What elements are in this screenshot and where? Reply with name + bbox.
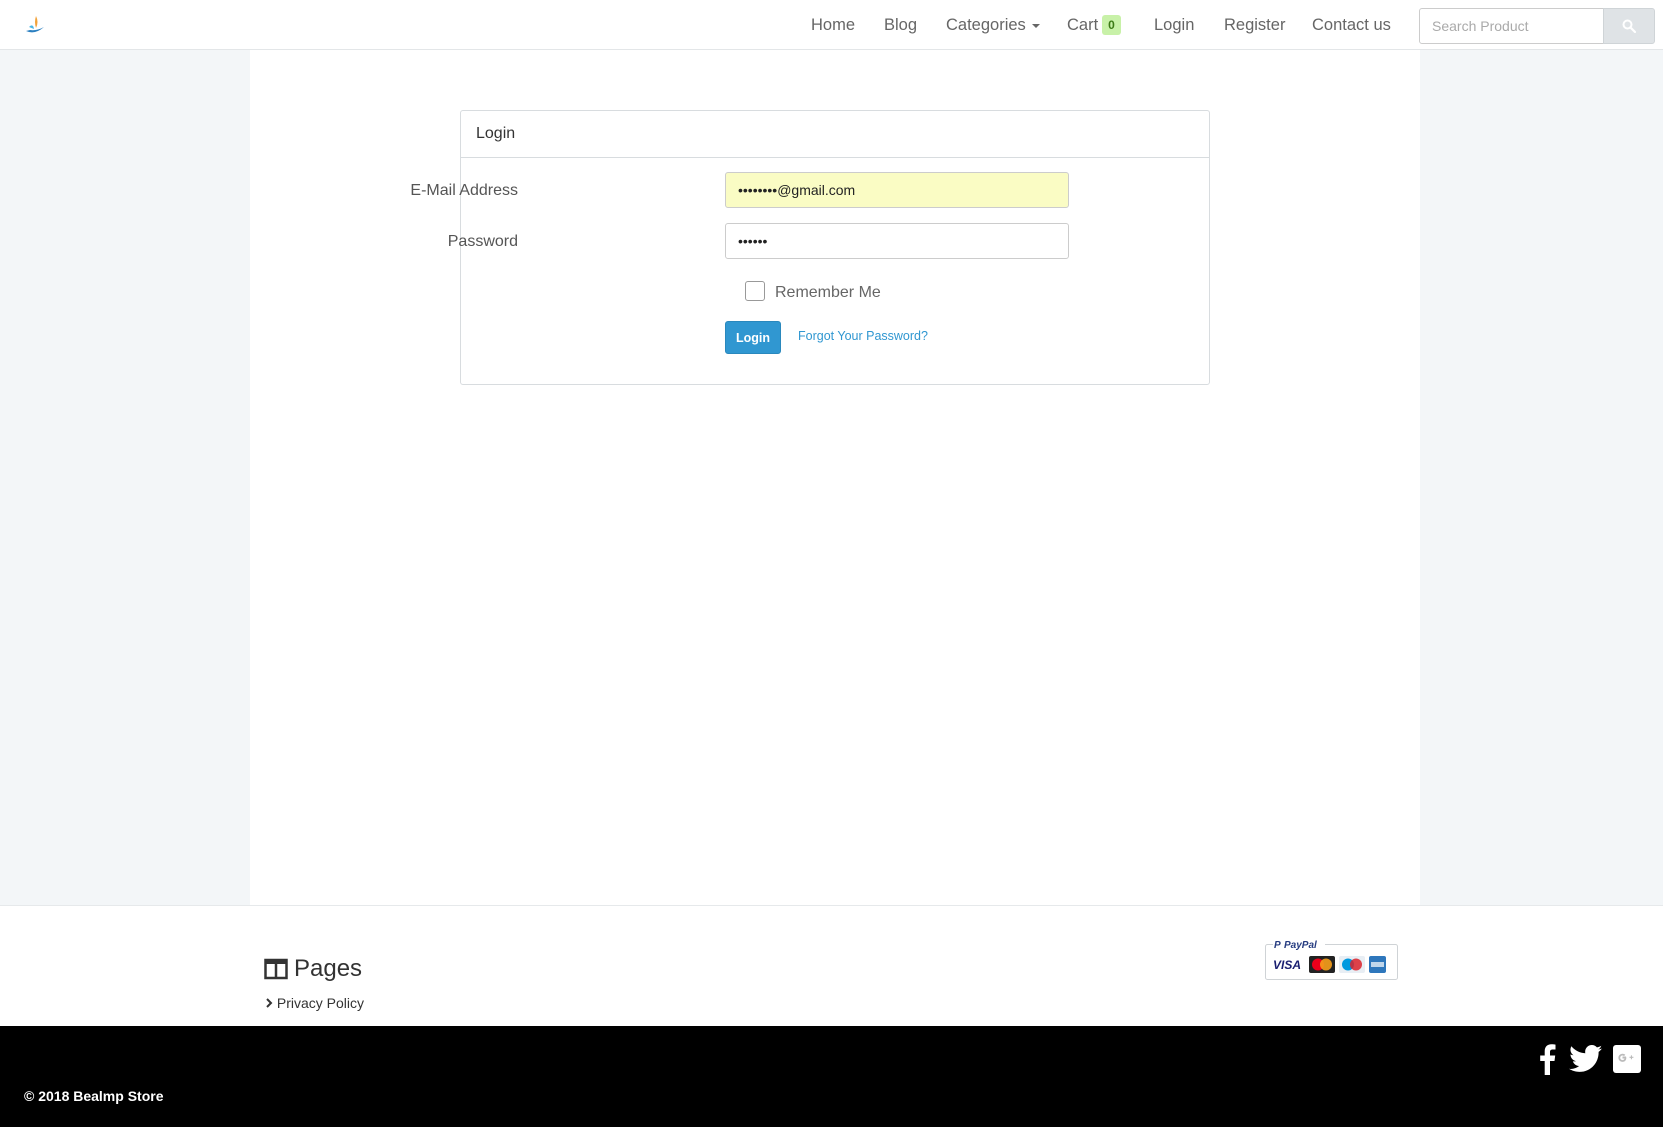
google-plus-icon[interactable] xyxy=(1613,1045,1641,1073)
svg-text:VISA: VISA xyxy=(1273,958,1301,972)
footer-top xyxy=(0,905,1663,1026)
password-field[interactable] xyxy=(725,223,1069,259)
caret-down-icon xyxy=(1031,23,1040,28)
forgot-password-link[interactable]: Forgot Your Password? xyxy=(798,329,928,343)
top-navbar: Home Blog Categories Cart 0 Login Registe… xyxy=(0,0,1663,50)
nav-login[interactable]: Login xyxy=(1154,15,1194,35)
chevron-right-icon xyxy=(266,998,273,1008)
cart-count-badge: 0 xyxy=(1102,15,1121,35)
paypal-payment-badge: P PayPal VISA xyxy=(1265,938,1398,980)
nav-categories-label: Categories xyxy=(946,16,1026,34)
privacy-policy-link[interactable]: Privacy Policy xyxy=(265,994,364,1012)
login-button[interactable]: Login xyxy=(725,321,781,354)
footer-bottom xyxy=(0,1026,1663,1127)
logo-icon[interactable] xyxy=(24,13,46,35)
login-panel-heading: Login xyxy=(461,111,1209,158)
search-input[interactable] xyxy=(1419,8,1604,44)
remember-me-checkbox[interactable] xyxy=(745,281,765,301)
password-label: Password xyxy=(447,233,518,250)
nav-home[interactable]: Home xyxy=(811,15,855,35)
copyright-text: © 2018 Bealmp Store xyxy=(24,1088,164,1104)
search-icon xyxy=(1622,19,1636,33)
pages-title: Pages xyxy=(294,955,363,982)
nav-register[interactable]: Register xyxy=(1224,15,1285,35)
nav-contact[interactable]: Contact us xyxy=(1312,15,1391,35)
nav-blog[interactable]: Blog xyxy=(884,15,917,35)
svg-text:P: P xyxy=(1274,940,1281,951)
twitter-icon[interactable] xyxy=(1569,1045,1603,1073)
facebook-icon[interactable] xyxy=(1538,1043,1556,1075)
email-field[interactable] xyxy=(725,172,1069,208)
search-button[interactable] xyxy=(1603,8,1655,44)
nav-cart-label: Cart xyxy=(1067,16,1099,34)
columns-icon xyxy=(264,958,288,980)
pages-heading: Pages xyxy=(264,955,362,983)
remember-me-label[interactable]: Remember Me xyxy=(775,283,881,303)
nav-categories-dropdown[interactable]: Categories xyxy=(946,15,1040,35)
nav-cart[interactable]: Cart 0 xyxy=(1067,15,1121,35)
svg-text:PayPal: PayPal xyxy=(1284,940,1317,951)
email-label: E-Mail Address xyxy=(410,182,518,199)
privacy-policy-label: Privacy Policy xyxy=(276,995,365,1011)
